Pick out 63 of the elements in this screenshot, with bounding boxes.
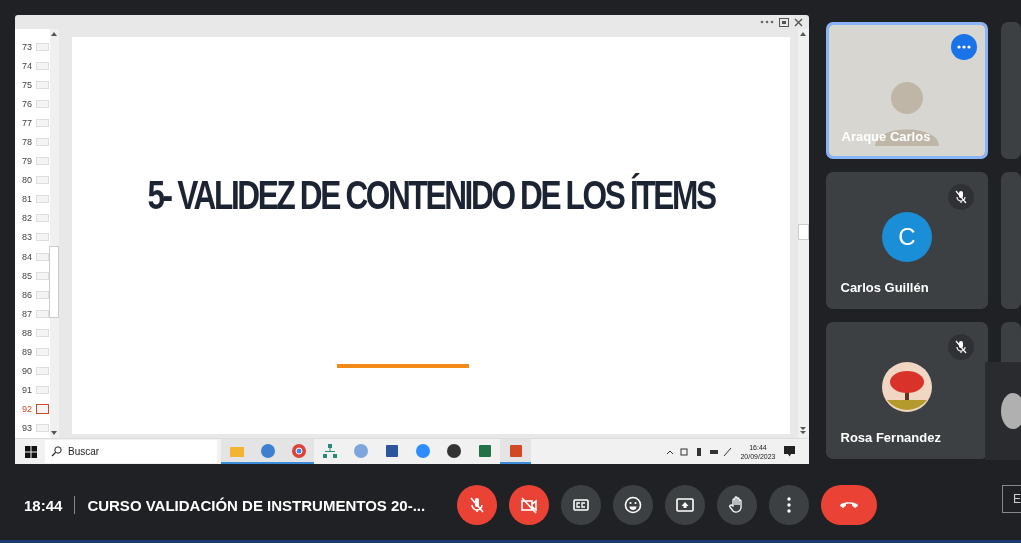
- end-button[interactable]: [821, 485, 878, 525]
- slide-thumbnail[interactable]: 79: [15, 151, 50, 171]
- slide-thumbnail[interactable]: 93: [15, 418, 50, 438]
- partial-button[interactable]: E: [1002, 485, 1021, 513]
- scroll-down-icon[interactable]: [51, 431, 57, 435]
- slide-thumbnail[interactable]: 83: [15, 227, 50, 248]
- scrollbar[interactable]: [797, 29, 809, 438]
- meeting-time: 18:44: [24, 496, 63, 514]
- emoji-button[interactable]: [613, 485, 654, 525]
- slide-thumbnail[interactable]: 74: [15, 56, 50, 76]
- slide-thumbnail[interactable]: 92: [15, 399, 50, 419]
- captions-button[interactable]: [561, 485, 602, 525]
- folder-app-icon[interactable]: [221, 439, 252, 464]
- participant-name: Rosa Fernandez: [840, 430, 941, 445]
- window-restore-icon[interactable]: [778, 17, 789, 27]
- avatar-initial: C: [881, 211, 932, 262]
- slide-thumbnail[interactable]: 89: [15, 342, 50, 362]
- chrome-app-icon[interactable]: [283, 439, 314, 464]
- camera-off-icon: [519, 495, 540, 515]
- system-tray-icons[interactable]: [666, 446, 733, 457]
- more-button[interactable]: [769, 485, 810, 525]
- participant-name: Carlos Guillén: [840, 280, 929, 295]
- more-icon: [957, 45, 972, 49]
- powerpoint-app-icon[interactable]: [500, 439, 531, 464]
- slide-thumbnail[interactable]: 82: [15, 208, 50, 228]
- scrollbar-thumb[interactable]: [797, 223, 809, 240]
- slide-thumbnail[interactable]: 81: [15, 189, 50, 209]
- hand-button[interactable]: [717, 485, 758, 525]
- tree-avatar: [881, 361, 932, 412]
- meeting-title: CURSO VALIDACIÓN DE INSTRUMENTOS 20-...: [87, 496, 426, 514]
- slide-thumbnail[interactable]: 90: [15, 361, 50, 381]
- avatar-circle: [1001, 393, 1021, 429]
- slide-thumbnail[interactable]: 88: [15, 323, 50, 343]
- scrollbar-thumb[interactable]: [49, 246, 59, 318]
- slide-thumbnail[interactable]: 76: [15, 94, 50, 114]
- slide-title: 5- VALIDEZ DE CONTENIDO DE LOS ÍTEMS: [146, 173, 715, 218]
- slide-thumbnail[interactable]: 84: [15, 247, 50, 267]
- slide-thumbnail[interactable]: 91: [15, 380, 50, 400]
- slide-thumbnail[interactable]: 77: [15, 113, 50, 133]
- slide-thumbnail[interactable]: 86: [15, 285, 50, 305]
- participant-name: Araque Carlos: [841, 129, 931, 144]
- slide-thumbnail[interactable]: 87: [15, 304, 50, 324]
- present-screen-icon: [675, 495, 696, 515]
- more-vertical-icon: [787, 497, 792, 513]
- smiley-icon: [623, 495, 644, 515]
- search-field[interactable]: Buscar: [45, 440, 217, 463]
- scrollbar[interactable]: [49, 29, 59, 438]
- slide-thumbnail[interactable]: 85: [15, 266, 50, 286]
- windows-start-icon[interactable]: [25, 445, 37, 458]
- slide-thumbnail[interactable]: 80: [15, 170, 50, 190]
- camera-button[interactable]: [509, 485, 550, 525]
- close-icon[interactable]: [793, 17, 803, 27]
- slide-thumbnail[interactable]: 75: [15, 75, 50, 95]
- more-icon[interactable]: [759, 20, 774, 24]
- notification-icon[interactable]: [783, 446, 795, 457]
- slide-thumbnail[interactable]: 78: [15, 132, 50, 152]
- present-button[interactable]: [665, 485, 706, 525]
- next-slide-icon[interactable]: [800, 427, 806, 435]
- scroll-up-icon[interactable]: [800, 32, 806, 36]
- slide-thumbnail[interactable]: 73: [15, 37, 50, 57]
- scroll-up-icon[interactable]: [51, 32, 57, 36]
- mic-button[interactable]: [457, 485, 498, 525]
- search-icon: [51, 446, 62, 457]
